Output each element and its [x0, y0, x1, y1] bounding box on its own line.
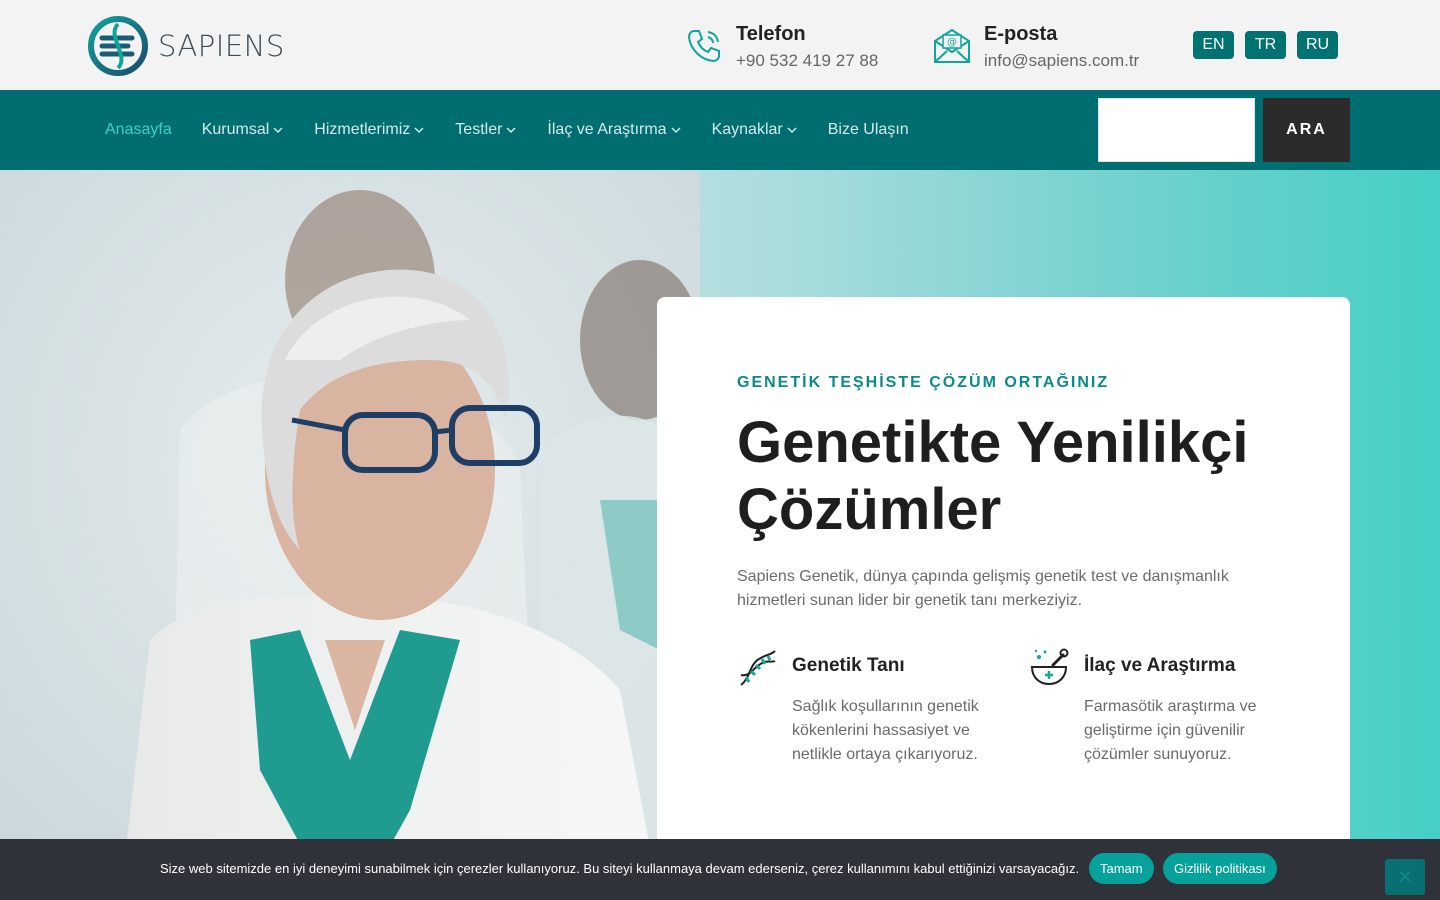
phone-contact[interactable]: Telefon +90 532 419 27 88 — [684, 20, 878, 74]
sapiens-logo-icon — [88, 16, 148, 76]
cookie-text: Size web sitemizde en iyi deneyimi sunab… — [160, 861, 1080, 876]
brand-name: SAPIENS — [158, 29, 285, 63]
feature-title: İlaç ve Araştırma — [1084, 655, 1236, 676]
close-icon: ✕ — [1397, 866, 1413, 887]
chevron-down-icon — [506, 127, 516, 134]
nav-item-label: Hizmetlerimiz — [314, 121, 411, 138]
phone-icon — [687, 30, 720, 63]
envelope-icon: @ — [934, 28, 970, 63]
cookie-accept-button[interactable]: Tamam — [1089, 853, 1154, 884]
search-button[interactable]: ARA — [1263, 98, 1350, 162]
scroll-to-top-button[interactable]: ✕ — [1385, 859, 1425, 895]
mortar-pestle-icon — [1030, 648, 1069, 686]
nav-item-bize-ulasin[interactable]: Bize Ulaşın — [828, 121, 909, 139]
hero-section: GENETİK TEŞHİSTE ÇÖZÜM ORTAĞINIZ Genetik… — [0, 170, 1440, 900]
lang-en-button[interactable]: EN — [1193, 31, 1234, 59]
nav-item-testler[interactable]: Testler — [455, 121, 517, 139]
cookie-banner: Size web sitemizde en iyi deneyimi sunab… — [0, 839, 1440, 900]
nav-item-ilac-ve-arastirma[interactable]: İlaç ve Araştırma — [547, 121, 681, 139]
chevron-down-icon — [414, 127, 424, 134]
feature-title: Genetik Tanı — [792, 655, 905, 676]
lang-ru-button[interactable]: RU — [1297, 31, 1338, 59]
hero-doctor-image — [0, 170, 700, 900]
lang-tr-button[interactable]: TR — [1245, 31, 1286, 59]
top-header: SAPIENS Telefon +90 532 419 27 88 @ E-po… — [0, 0, 1440, 90]
email-title: E-posta — [984, 23, 1058, 45]
privacy-policy-button[interactable]: Gizlilik politikası — [1163, 853, 1277, 884]
hero-lead: Sapiens Genetik, dünya çapında gelişmiş … — [737, 568, 1229, 609]
hero-headline: Genetikte Yenilikçi Çözümler — [737, 410, 1249, 542]
nav-item-anasayfa[interactable]: Anasayfa — [105, 121, 172, 139]
nav-item-label: Anasayfa — [105, 121, 172, 138]
nav-item-hizmetlerimiz[interactable]: Hizmetlerimiz — [314, 121, 425, 139]
hero-card: GENETİK TEŞHİSTE ÇÖZÜM ORTAĞINIZ Genetik… — [657, 297, 1350, 857]
nav-item-kaynaklar[interactable]: Kaynaklar — [712, 121, 798, 139]
email-value[interactable]: info@sapiens.com.tr — [984, 48, 1139, 74]
language-switcher: EN TR RU — [1193, 31, 1338, 59]
chevron-down-icon — [671, 127, 681, 134]
nav-item-label: Bize Ulaşın — [827, 121, 909, 138]
logo-link[interactable]: SAPIENS — [88, 16, 285, 76]
main-nav: Anasayfa Kurumsal Hizmetlerimiz Testler … — [0, 90, 1440, 170]
nav-item-label: Testler — [455, 121, 503, 138]
nav-menu: Anasayfa Kurumsal Hizmetlerimiz Testler … — [105, 90, 939, 170]
phone-title: Telefon — [736, 23, 806, 45]
feature-desc: Farmasötik araştırma ve geliştirme için … — [1084, 698, 1257, 763]
nav-item-label: İlaç ve Araştırma — [547, 121, 667, 138]
nav-item-label: Kaynaklar — [711, 121, 783, 138]
chevron-down-icon — [787, 127, 797, 134]
nav-item-kurumsal[interactable]: Kurumsal — [202, 121, 285, 139]
feature-desc: Sağlık koşullarının genetik kökenlerini … — [792, 698, 979, 763]
nav-item-label: Kurumsal — [201, 121, 270, 138]
email-contact[interactable]: @ E-posta info@sapiens.com.tr — [932, 20, 1139, 74]
hero-kicker: GENETİK TEŞHİSTE ÇÖZÜM ORTAĞINIZ — [737, 374, 1110, 391]
dna-icon — [740, 650, 776, 686]
chevron-down-icon — [273, 127, 283, 134]
search-input[interactable] — [1098, 98, 1255, 162]
phone-value[interactable]: +90 532 419 27 88 — [736, 48, 878, 74]
svg-text:@: @ — [947, 37, 957, 48]
